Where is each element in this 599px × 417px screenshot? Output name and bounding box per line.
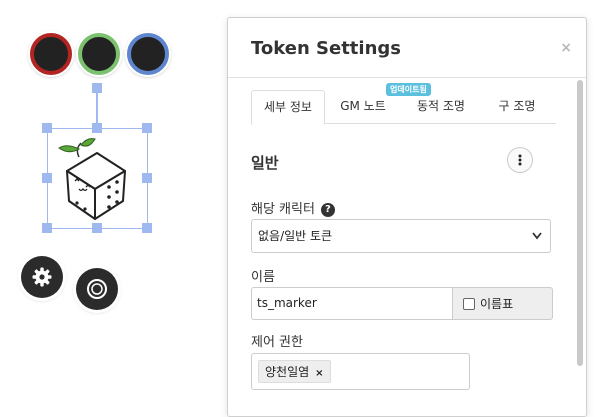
dialog-header: Token Settings ×	[228, 18, 586, 78]
tab-dynamic-lighting[interactable]: 동적 조명	[403, 90, 479, 124]
name-input[interactable]: ts_marker	[251, 287, 452, 320]
more-options-button[interactable]	[507, 147, 533, 173]
tab-legacy-lighting[interactable]: 구 조명	[481, 90, 553, 124]
tab-details[interactable]: 세부 정보	[251, 90, 325, 125]
resize-handle-n[interactable]	[92, 123, 102, 133]
control-tag-input[interactable]: 양천일염 ×	[251, 353, 470, 390]
resize-handle-s[interactable]	[92, 223, 102, 233]
name-label: 이름	[251, 270, 275, 285]
resize-handle-sw[interactable]	[42, 223, 52, 233]
dialog-title: Token Settings	[251, 38, 401, 59]
help-icon[interactable]: ?	[320, 202, 335, 217]
rotate-stem	[96, 88, 98, 128]
nameplate-toggle[interactable]: 이름표	[452, 287, 553, 320]
scrollbar[interactable]	[577, 80, 583, 366]
resize-handle-e[interactable]	[142, 173, 152, 183]
character-select[interactable]: 없음/일반 토큰	[251, 219, 551, 253]
character-label: 해당 캐릭터?	[251, 198, 335, 217]
rotate-handle[interactable]	[92, 83, 102, 93]
resize-handle-nw[interactable]	[42, 123, 52, 133]
nameplate-checkbox[interactable]	[463, 297, 475, 310]
resize-handle-se[interactable]	[142, 223, 152, 233]
control-tag: 양천일염 ×	[258, 360, 331, 383]
close-icon[interactable]: ×	[560, 40, 572, 56]
green-bar-bubble[interactable]	[78, 33, 120, 75]
character-select-value: 없음/일반 토큰	[258, 229, 333, 243]
tab-bar: 세부 정보 GM 노트 동적 조명 구 조명	[251, 90, 556, 125]
control-tag-label: 양천일염	[265, 365, 310, 379]
blue-bar-bubble[interactable]	[127, 33, 169, 75]
token-settings-dialog: Token Settings × 업데이트됨 세부 정보 GM 노트 동적 조명…	[227, 17, 587, 417]
circle-icon	[87, 279, 107, 299]
section-title: 일반	[251, 154, 279, 172]
tab-gm-notes[interactable]: GM 노트	[327, 90, 399, 124]
nameplate-label: 이름표	[480, 297, 514, 311]
red-bar-bubble[interactable]	[30, 33, 72, 75]
kebab-menu-icon	[518, 154, 522, 166]
token-settings-button[interactable]	[21, 256, 63, 298]
resize-handle-w[interactable]	[42, 173, 52, 183]
character-label-text: 해당 캐릭터	[251, 202, 315, 217]
tag-remove-icon[interactable]: ×	[315, 368, 323, 379]
cube-marker-icon[interactable]	[55, 135, 135, 223]
chevron-down-icon	[532, 220, 542, 265]
control-label: 제어 권한	[251, 335, 303, 350]
resize-handle-ne[interactable]	[142, 123, 152, 133]
gear-icon	[32, 267, 52, 287]
token-aura-button[interactable]	[76, 268, 118, 310]
